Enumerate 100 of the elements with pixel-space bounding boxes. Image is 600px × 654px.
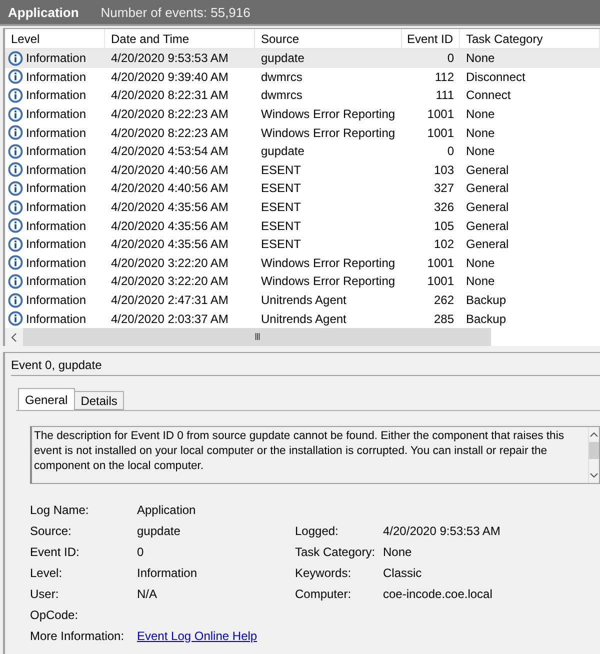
table-cell-text: Disconnect — [465, 68, 526, 86]
field-label: Log Name: — [30, 502, 90, 516]
information-icon — [8, 144, 23, 159]
table-cell-text: 1001 — [426, 273, 455, 290]
table-cell-text: 4/20/2020 4:35:56 AM — [110, 236, 230, 254]
table-cell-text: General — [465, 162, 510, 179]
table-cell-text: 4/20/2020 9:53:53 AM — [110, 50, 230, 68]
field-label: Event ID: — [30, 544, 80, 558]
column-header[interactable]: Source — [255, 29, 402, 48]
table-cell-text: ESENT — [260, 236, 302, 254]
event-row[interactable]: Information 4/20/2020 9:39:40 AM dwmrcs 112 Disconnect — [5, 68, 600, 86]
table-cell-text: 0 — [446, 50, 455, 68]
table-cell: Information — [26, 274, 86, 288]
information-icon — [8, 236, 23, 252]
column-header[interactable]: Date and Time — [105, 29, 255, 48]
scrollbar-thumb[interactable] — [589, 442, 599, 459]
field-value: coe-incode.coe.local — [383, 586, 494, 600]
table-cell: Information — [26, 312, 86, 326]
table-cell-text: 1001 — [426, 254, 455, 272]
column-header[interactable]: Level — [5, 29, 105, 48]
table-cell-text: Connect — [465, 87, 512, 104]
event-count: Number of events: 55,916 — [100, 4, 250, 20]
table-cell-text: None — [465, 273, 496, 290]
information-icon — [8, 218, 23, 234]
information-icon — [8, 88, 23, 103]
tab[interactable]: General — [18, 388, 75, 410]
field-label: Source: — [30, 524, 72, 538]
field-value: 4/20/2020 9:53:53 AM — [383, 524, 502, 538]
field-label: Keywords: — [295, 566, 352, 580]
information-icon — [8, 50, 23, 66]
field-value: gupdate — [137, 524, 182, 538]
table-cell-text: 326 — [432, 199, 455, 216]
field-value: Application — [137, 502, 197, 516]
information-icon — [8, 180, 23, 196]
table-cell-text: 4/20/2020 8:22:23 AM — [110, 124, 230, 142]
information-icon — [8, 69, 23, 84]
field-label: Task Category: — [295, 544, 376, 558]
tab[interactable]: Details — [74, 391, 124, 410]
table-cell: Information — [26, 107, 86, 122]
table-cell-text: Unitrends Agent — [260, 310, 348, 328]
table-cell-text: None — [465, 124, 496, 142]
table-cell-text: 4/20/2020 4:40:56 AM — [110, 180, 230, 198]
table-cell: Information — [26, 218, 86, 233]
table-cell-text: 4/20/2020 8:22:31 AM — [110, 87, 230, 104]
chevron-down-icon — [590, 473, 598, 478]
table-cell-text: General — [465, 180, 510, 198]
field-label: User: — [30, 586, 60, 600]
table-cell-text: gupdate — [260, 143, 306, 160]
table-cell-text: 327 — [432, 180, 455, 198]
scroll-left-button[interactable] — [5, 328, 23, 346]
table-cell-text: None — [465, 143, 496, 160]
table-cell-text: 262 — [432, 292, 455, 310]
field-label: Computer: — [295, 586, 352, 600]
table-cell-text: None — [465, 254, 496, 272]
table-cell-text: General — [465, 236, 510, 254]
log-title: Application — [8, 4, 79, 20]
chevron-up-icon — [590, 432, 598, 437]
table-cell-text: 4/20/2020 2:47:31 AM — [110, 292, 230, 310]
field-label: Logged: — [295, 524, 340, 538]
table-cell-text: None — [465, 50, 496, 68]
field-value: 0 — [137, 544, 145, 558]
information-icon — [8, 255, 23, 270]
table-cell-text: 4/20/2020 4:53:54 AM — [110, 143, 230, 160]
column-header[interactable]: Task Category — [460, 29, 600, 48]
field-label: Level: — [30, 566, 64, 580]
field-label: OpCode: — [30, 608, 80, 622]
table-cell-text: Backup — [465, 310, 508, 328]
information-icon — [8, 125, 23, 140]
table-cell-text: Windows Error Reporting — [260, 273, 396, 290]
description-text: The description for Event ID 0 from source gupdate cannot be found. Either the component that raises this event is not installed on your local computer or the installation is corrupted. You can install or repair the component on the local computer. — [33, 429, 565, 474]
information-icon — [8, 274, 23, 289]
event-row[interactable]: Information 4/20/2020 9:53:53 AM gupdate 0 None — [5, 49, 600, 68]
table-cell-text: ESENT — [260, 199, 302, 216]
table-cell-text: gupdate — [260, 50, 306, 68]
chevron-left-icon — [11, 332, 17, 342]
table-cell-text: 1001 — [426, 106, 455, 124]
table-cell: Information — [26, 162, 86, 177]
table-cell-text: Windows Error Reporting — [260, 124, 396, 142]
table-cell-text: Unitrends Agent — [260, 292, 348, 310]
field-value: N/A — [137, 586, 158, 600]
table-cell-text: 103 — [432, 162, 455, 179]
table-cell: Information — [26, 237, 86, 252]
table-cell-text: 0 — [446, 143, 455, 160]
table-cell: Information — [26, 200, 86, 214]
help-link[interactable]: Event Log Online Help — [137, 628, 295, 642]
table-cell: Information — [26, 126, 86, 140]
information-icon — [8, 106, 23, 122]
table-cell-text: 4/20/2020 4:35:56 AM — [110, 199, 230, 216]
field-value: Information — [137, 566, 198, 580]
description-box[interactable] — [30, 426, 600, 484]
table-cell-text: 102 — [432, 236, 455, 254]
table-cell-text: General — [465, 199, 510, 216]
table-cell-text: 4/20/2020 8:22:23 AM — [110, 106, 230, 124]
table-cell-text: 1001 — [426, 124, 455, 142]
table-cell-text: 4/20/2020 3:22:20 AM — [110, 273, 230, 290]
table-cell-text: 105 — [432, 218, 455, 235]
column-header[interactable]: Event ID — [402, 29, 460, 48]
table-cell-text: 112 — [434, 68, 455, 86]
scrollbar-thumb[interactable]: III — [23, 328, 491, 346]
field-value: Classic — [383, 566, 423, 580]
